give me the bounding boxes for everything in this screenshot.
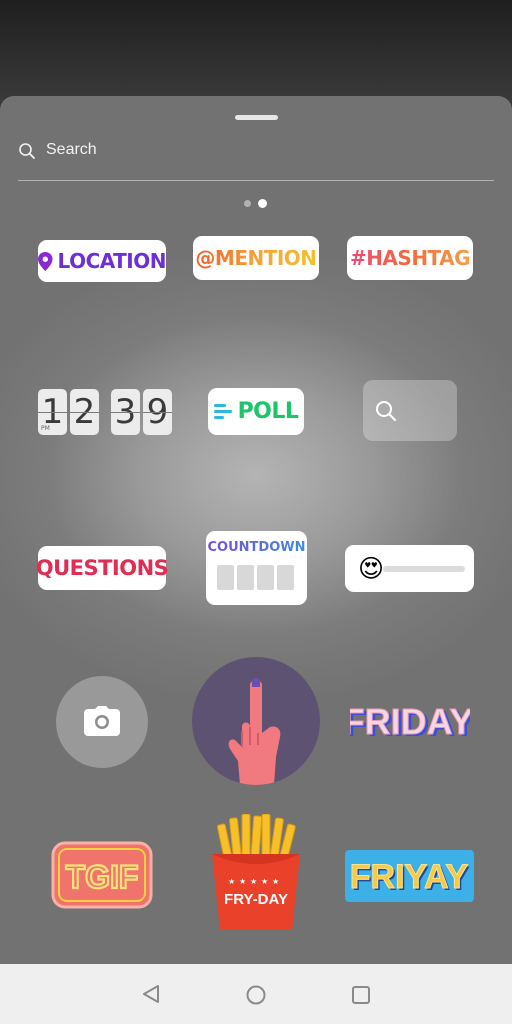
countdown-sticker[interactable]: COUNTDOWN: [206, 531, 307, 605]
clock-digit: 3: [111, 389, 140, 435]
slider-track: [383, 566, 465, 572]
clock-digit-value: 2: [73, 392, 96, 432]
svg-text:★: ★: [261, 877, 268, 886]
camera-icon: [84, 706, 120, 736]
hashtag-sticker-label: #HASHTAG: [349, 246, 471, 270]
sticker-tray: Search LOCATION @MENTION #HASHTAG PM 1 2…: [0, 96, 512, 964]
questions-sticker[interactable]: QUESTIONS: [35, 546, 169, 590]
fries-art: ★ ★ ★ ★ ★ FRY-DAY: [212, 813, 300, 930]
camera-sticker[interactable]: [56, 676, 148, 768]
search-input[interactable]: Search: [46, 141, 97, 159]
search-bar[interactable]: Search: [18, 136, 494, 181]
page-indicator-dot-2: [258, 199, 267, 208]
friday-label: FRIDAY: [350, 701, 470, 742]
poll-sticker[interactable]: POLL: [208, 388, 304, 435]
poll-icon: [213, 404, 232, 419]
home-icon[interactable]: [245, 984, 267, 1006]
clock-separator: [102, 389, 108, 435]
tgif-label: TGIF: [66, 859, 139, 895]
friyay-sticker[interactable]: FRIYAY FRIYAY: [345, 850, 474, 902]
heart-eyes-emoji-icon: 😍: [358, 554, 385, 583]
back-icon[interactable]: [141, 984, 161, 1004]
svg-text:★: ★: [250, 877, 257, 886]
mention-sticker-label: @MENTION: [195, 246, 317, 270]
countdown-sticker-label: COUNTDOWN: [207, 540, 306, 555]
search-icon: [19, 143, 35, 159]
clock-digit-value: 3: [114, 392, 137, 432]
friday-sticker[interactable]: FRIDAY FRIDAY: [342, 698, 476, 750]
fry-day-sticker[interactable]: ★ ★ ★ ★ ★ FRY-DAY: [208, 813, 304, 934]
poll-sticker-label: POLL: [237, 399, 299, 424]
page-indicator-dot-1: [244, 200, 251, 207]
location-sticker-label: LOCATION: [57, 249, 167, 273]
clock-ampm: PM: [41, 425, 50, 432]
fry-day-label: FRY-DAY: [224, 891, 288, 908]
svg-text:★: ★: [272, 877, 279, 886]
system-navigation-bar: [0, 964, 512, 1024]
friyay-art: FRIYAY FRIYAY: [345, 850, 474, 902]
dimmed-background: [0, 0, 512, 110]
clock-digit: PM 1: [38, 389, 67, 435]
countdown-boxes: [217, 565, 294, 590]
recents-icon[interactable]: [351, 985, 371, 1005]
friday-art: FRIDAY FRIDAY: [342, 701, 476, 745]
friyay-label: FRIYAY: [350, 858, 469, 896]
location-pin-icon: [38, 251, 53, 271]
gif-search-sticker[interactable]: [363, 380, 457, 441]
emoji-slider-sticker[interactable]: 😍: [345, 545, 474, 592]
pointing-finger-sticker[interactable]: [192, 657, 320, 785]
clock-digit: 9: [143, 389, 172, 435]
drag-handle[interactable]: [235, 115, 278, 120]
pointing-finger-icon: [228, 678, 281, 785]
tgif-art: TGIF: [51, 841, 153, 909]
clock-digit-value: 9: [146, 392, 169, 432]
location-sticker[interactable]: LOCATION: [38, 240, 167, 282]
questions-sticker-label: QUESTIONS: [35, 556, 169, 580]
hashtag-sticker[interactable]: #HASHTAG: [347, 236, 473, 280]
tgif-sticker[interactable]: TGIF: [51, 841, 153, 909]
time-sticker[interactable]: PM 1 2 3 9: [38, 389, 172, 435]
svg-text:★: ★: [239, 877, 246, 886]
svg-text:★: ★: [228, 877, 235, 886]
mention-sticker[interactable]: @MENTION: [193, 236, 319, 280]
search-icon: [376, 401, 397, 422]
clock-digit: 2: [70, 389, 99, 435]
